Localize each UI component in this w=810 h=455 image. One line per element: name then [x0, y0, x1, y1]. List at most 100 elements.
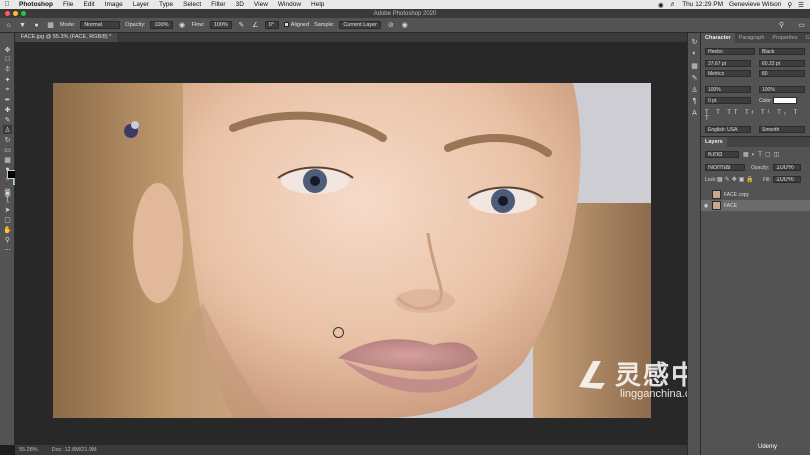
- sample-select[interactable]: Current Layer: [339, 21, 382, 29]
- clone-source-panel-icon[interactable]: ▦: [46, 21, 55, 30]
- volume-icon[interactable]: ♬: [670, 1, 677, 8]
- kerning-field[interactable]: Metrics: [705, 70, 751, 77]
- clone-stamp-tool-icon[interactable]: ♙: [3, 125, 12, 134]
- font-size-field[interactable]: 37.67 pt: [705, 60, 751, 67]
- tab-layers[interactable]: Layers: [701, 137, 727, 147]
- layer-row[interactable]: FACE copy: [701, 189, 810, 200]
- menu-type[interactable]: Type: [154, 1, 178, 8]
- mode-label: Mode:: [60, 22, 76, 28]
- tab-character[interactable]: Character: [701, 33, 735, 43]
- eyedropper-tool-icon[interactable]: ✒: [3, 95, 12, 104]
- menu-edit[interactable]: Edit: [78, 1, 99, 8]
- workspace-icon[interactable]: ▭: [797, 21, 806, 30]
- menu-list-icon[interactable]: ☰: [798, 1, 804, 9]
- menu-app[interactable]: Photoshop: [14, 1, 58, 8]
- history-brush-tool-icon[interactable]: ↻: [3, 135, 12, 144]
- options-bar: ⌂ ▼ ● ▦ Mode: Normal Opacity: 100% ◉ Flo…: [0, 18, 810, 33]
- tab-paragraph[interactable]: Paragraph: [735, 33, 769, 43]
- opacity-field[interactable]: 100%: [150, 21, 173, 29]
- more-tools-icon[interactable]: ⋯: [3, 245, 12, 254]
- minimize-window-icon[interactable]: [13, 11, 18, 16]
- antialias-select[interactable]: Smooth: [759, 126, 805, 133]
- menu-view[interactable]: View: [249, 1, 273, 8]
- wifi-icon[interactable]: ◉: [658, 1, 664, 9]
- airbrush-icon[interactable]: ✎: [237, 21, 246, 30]
- type-style-buttons[interactable]: T T TT Tr T¹ T₁ T T: [705, 110, 810, 122]
- layer-filter-icons[interactable]: ▦◐T▢◫: [743, 151, 782, 158]
- font-family-select[interactable]: Heebo: [705, 48, 755, 55]
- screen-mode-icon[interactable]: ▫: [3, 198, 12, 207]
- font-style-select[interactable]: Black: [759, 48, 805, 55]
- menu-3d[interactable]: 3D: [231, 1, 249, 8]
- layer-row[interactable]: ◉ FACE: [701, 200, 810, 211]
- menu-filter[interactable]: Filter: [206, 1, 230, 8]
- swatches-panel-icon[interactable]: ▦: [690, 61, 699, 70]
- marquee-tool-icon[interactable]: □: [3, 55, 12, 64]
- gradient-tool-icon[interactable]: ▦: [3, 155, 12, 164]
- eye-icon[interactable]: ◉: [701, 203, 711, 209]
- zoom-window-icon[interactable]: [21, 11, 26, 16]
- menu-help[interactable]: Help: [306, 1, 329, 8]
- search-icon[interactable]: ⚲: [777, 21, 786, 30]
- quick-mask-icon[interactable]: ▣: [3, 188, 12, 197]
- brush-settings-icon[interactable]: ●: [32, 21, 41, 30]
- pressure-size-icon[interactable]: ◉: [400, 21, 409, 30]
- crop-tool-icon[interactable]: ⌖: [3, 85, 12, 94]
- layer-name[interactable]: FACE copy: [724, 192, 749, 198]
- text-color-swatch[interactable]: [773, 97, 797, 104]
- clone-source-icon[interactable]: ♙: [690, 85, 699, 94]
- language-select[interactable]: English: USA: [705, 126, 751, 133]
- mode-select[interactable]: Normal: [80, 21, 121, 29]
- menu-image[interactable]: Image: [100, 1, 128, 8]
- doc-size[interactable]: Doc: 12.8M/21.9M: [52, 447, 97, 453]
- aligned-checkbox[interactable]: Aligned: [283, 22, 309, 28]
- zoom-tool-icon[interactable]: ⚲: [3, 235, 12, 244]
- leading-field[interactable]: 60.22 pt: [759, 60, 805, 67]
- ignore-adjustment-icon[interactable]: ⊘: [386, 21, 395, 30]
- lock-icons[interactable]: ▦✎✥▣🔒: [717, 176, 756, 183]
- eraser-tool-icon[interactable]: ▭: [3, 145, 12, 154]
- menu-select[interactable]: Select: [178, 1, 206, 8]
- flow-field[interactable]: 100%: [209, 21, 232, 29]
- paragraph-panel-icon[interactable]: ¶: [690, 97, 699, 106]
- home-icon[interactable]: ⌂: [4, 21, 13, 30]
- history-panel-icon[interactable]: ↻: [690, 37, 699, 46]
- face-photo[interactable]: [53, 83, 651, 418]
- close-window-icon[interactable]: [5, 11, 10, 16]
- status-bar: 55.28% Doc: 12.8M/21.9M: [15, 445, 687, 455]
- layer-filter-select[interactable]: Kind: [705, 151, 739, 158]
- character-panel-icon[interactable]: A: [690, 109, 699, 118]
- zoom-level[interactable]: 55.28%: [19, 447, 38, 453]
- hand-tool-icon[interactable]: ✋: [3, 225, 12, 234]
- tab-properties[interactable]: Properties: [768, 33, 801, 43]
- brushes-panel-icon[interactable]: ✎: [690, 73, 699, 82]
- layer-name[interactable]: FACE: [724, 203, 737, 209]
- clone-stamp-preset-icon[interactable]: ▼: [18, 21, 27, 30]
- blend-mode-select[interactable]: Normal: [705, 164, 745, 171]
- layer-fill-field[interactable]: 100%: [773, 176, 801, 183]
- layer-opacity-field[interactable]: 100%: [773, 164, 801, 171]
- user-name[interactable]: Genevieve Wilson: [729, 1, 781, 8]
- apple-icon[interactable]: : [0, 1, 14, 8]
- layers-panel-tabs: Layers: [701, 137, 810, 147]
- lasso-tool-icon[interactable]: ⦽: [3, 65, 12, 74]
- clock[interactable]: Thu 12:29 PM: [682, 1, 723, 8]
- move-tool-icon[interactable]: ✥: [3, 45, 12, 54]
- menu-window[interactable]: Window: [273, 1, 306, 8]
- baseline-shift-field[interactable]: 0 pt: [705, 97, 751, 104]
- healing-brush-tool-icon[interactable]: ✚: [3, 105, 12, 114]
- angle-field[interactable]: 0°: [264, 21, 279, 29]
- search-icon[interactable]: ⚲: [787, 1, 792, 9]
- document-tab-face[interactable]: FACE.jpg @ 55.3% (FACE, RGB/8) *: [15, 33, 118, 42]
- brush-tool-icon[interactable]: ✎: [3, 115, 12, 124]
- menu-layer[interactable]: Layer: [128, 1, 154, 8]
- tracking-field[interactable]: 80: [759, 70, 805, 77]
- tab-color[interactable]: Color: [801, 33, 810, 43]
- horizontal-scale-field[interactable]: 100%: [759, 86, 805, 93]
- vertical-scale-field[interactable]: 100%: [705, 86, 751, 93]
- quick-select-tool-icon[interactable]: ✦: [3, 75, 12, 84]
- menu-file[interactable]: File: [58, 1, 78, 8]
- rectangle-tool-icon[interactable]: ▢: [3, 215, 12, 224]
- pressure-opacity-icon[interactable]: ◉: [178, 21, 187, 30]
- adjustments-panel-icon[interactable]: ◐: [690, 49, 699, 58]
